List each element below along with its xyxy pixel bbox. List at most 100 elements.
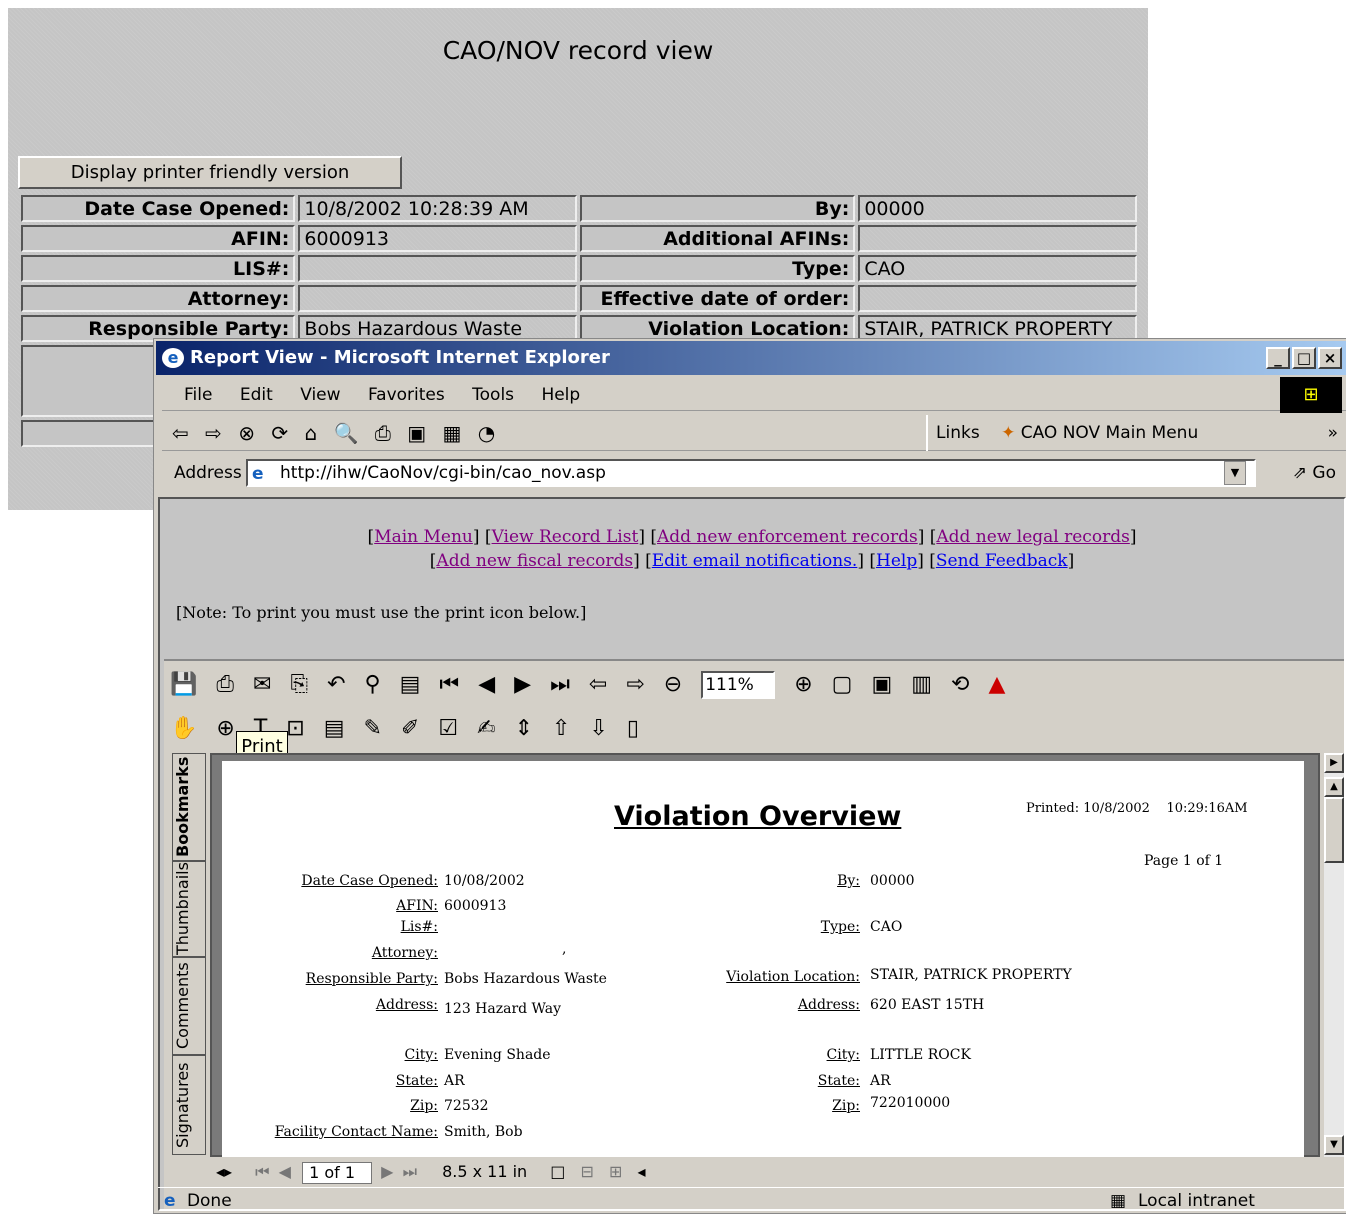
row-label: Effective date of order: — [580, 285, 856, 312]
undo-icon[interactable]: ↶ — [327, 665, 345, 705]
document-icon[interactable]: ▯ — [627, 709, 639, 749]
field-label: Date Case Opened: — [301, 873, 438, 889]
tab-signatures[interactable]: Signatures — [172, 1055, 206, 1155]
copy-icon[interactable]: ⎘ — [290, 665, 308, 705]
menu-help[interactable]: Help — [541, 379, 580, 411]
tab-comments[interactable]: Comments — [172, 957, 206, 1055]
export-icon[interactable]: ⇧ — [552, 709, 570, 749]
pencil-icon[interactable]: ✎ — [364, 709, 382, 749]
history-icon[interactable]: ◔ — [478, 415, 495, 451]
pages-icon[interactable]: ⇕ — [515, 709, 533, 749]
prev-page-icon[interactable]: ◀ — [478, 665, 495, 705]
zoom-in-icon[interactable]: ⊕ — [794, 665, 812, 705]
highlight-icon[interactable]: ✐ — [401, 709, 419, 749]
email-icon[interactable]: ✉ — [253, 665, 271, 705]
go-button[interactable]: ⇗ Go — [1293, 455, 1336, 491]
single-page-icon[interactable]: □ — [550, 1162, 565, 1181]
field-label: Attorney: — [371, 945, 438, 961]
chevron-right-icon[interactable]: » — [1328, 415, 1338, 451]
first-page-icon[interactable]: ⏮ — [439, 665, 459, 705]
field-label: Address: — [797, 997, 860, 1013]
last-page-icon[interactable]: ⏭ — [550, 665, 570, 705]
graphics-select-icon[interactable]: ⊡ — [286, 709, 304, 749]
zoom-input[interactable]: 111% — [701, 671, 776, 699]
zoom-out-icon[interactable]: ⊖ — [664, 665, 682, 705]
print-icon[interactable]: ⎙ — [216, 665, 234, 705]
link-send-feedback[interactable]: Send Feedback — [936, 551, 1068, 571]
scroll-up-icon[interactable]: ▲ — [1324, 777, 1344, 797]
field-label: Facility Contact Name: — [274, 1124, 438, 1140]
nav-links: [Main Menu] [View Record List] [Add new … — [367, 527, 1137, 571]
print-icon[interactable]: ⎙ — [375, 415, 391, 451]
vertical-scrollbar[interactable]: ▶ ▲ ▼ — [1324, 753, 1344, 1157]
menu-bar: File Edit View Favorites Tools Help — [162, 379, 1346, 411]
refresh-icon[interactable]: ⟳ — [271, 415, 288, 451]
zoom-tool-icon[interactable]: ⊕ — [216, 709, 234, 749]
document-area: Violation Overview Printed: 10/8/2002 10… — [210, 753, 1320, 1157]
media-icon[interactable]: ▦ — [442, 415, 461, 451]
field-label: Address: — [375, 997, 438, 1013]
prev-page-small-icon[interactable]: ◀ — [279, 1162, 291, 1181]
first-page-small-icon[interactable]: ⏮ — [255, 1162, 269, 1181]
maximize-button[interactable]: □ — [1292, 347, 1316, 369]
scroll-down-icon[interactable]: ▼ — [1324, 1135, 1344, 1155]
last-page-small-icon[interactable]: ⏭ — [403, 1162, 417, 1181]
sign-icon[interactable]: ✍ — [477, 709, 495, 749]
tab-bookmarks[interactable]: Bookmarks — [172, 753, 206, 861]
tab-thumbnails[interactable]: Thumbnails — [172, 861, 206, 957]
actual-size-icon[interactable]: ▢ — [832, 665, 853, 705]
dropdown-arrow-icon[interactable]: ▼ — [1224, 461, 1246, 485]
link-edit-email[interactable]: Edit email notifications. — [652, 551, 858, 571]
rotate-icon[interactable]: ⟲ — [951, 665, 969, 705]
next-page-icon[interactable]: ▶ — [514, 665, 531, 705]
scroll-split-icon[interactable]: ▶ — [1324, 753, 1344, 773]
stop-icon[interactable]: ⊗ — [238, 415, 255, 451]
scroll-thumb[interactable] — [1324, 797, 1344, 863]
minimize-button[interactable]: _ — [1266, 347, 1290, 369]
printer-friendly-button[interactable]: Display printer friendly version — [18, 156, 402, 189]
page-indicator[interactable]: 1 of 1 — [302, 1161, 373, 1184]
window-titlebar[interactable]: e Report View - Microsoft Internet Explo… — [156, 341, 1346, 375]
close-button[interactable]: × — [1318, 347, 1342, 369]
row-value: 00000 — [858, 195, 1137, 222]
field-value: 72532 — [444, 1098, 489, 1114]
field-value: 722010000 — [870, 1095, 951, 1111]
link-add-fiscal[interactable]: Add new fiscal records — [436, 551, 633, 571]
link-main-menu[interactable]: Main Menu — [374, 527, 473, 547]
search-icon[interactable]: 🔍 — [334, 415, 359, 451]
fit-page-icon[interactable]: ▣ — [871, 665, 892, 705]
links-label: Links — [936, 423, 980, 443]
split-icon[interactable]: ◂▸ — [216, 1162, 232, 1181]
row-label: Date Case Opened: — [21, 195, 296, 222]
import-icon[interactable]: ⇩ — [589, 709, 607, 749]
go-back-icon[interactable]: ⇦ — [589, 665, 607, 705]
home-icon[interactable]: ⌂ — [305, 415, 318, 451]
fit-width-icon[interactable]: ▥ — [911, 665, 932, 705]
scroll-left-icon[interactable]: ◂ — [638, 1162, 646, 1181]
menu-favorites[interactable]: Favorites — [368, 379, 445, 411]
link-view-record-list[interactable]: View Record List — [492, 527, 639, 547]
hand-tool-icon[interactable]: ✋ — [170, 709, 197, 749]
find-icon[interactable]: ⚲ — [365, 665, 381, 705]
note-tool-icon[interactable]: ▤ — [324, 709, 345, 749]
menu-view[interactable]: View — [300, 379, 340, 411]
save-icon[interactable]: 💾 — [170, 665, 197, 705]
link-add-legal[interactable]: Add new legal records — [936, 527, 1129, 547]
menu-file[interactable]: File — [184, 379, 212, 411]
continuous-icon[interactable]: ⊟ — [581, 1162, 594, 1181]
facing-icon[interactable]: ⊞ — [609, 1162, 622, 1181]
next-page-small-icon[interactable]: ▶ — [381, 1162, 393, 1181]
address-input[interactable]: e http://ihw/CaoNov/cgi-bin/cao_nov.asp … — [246, 459, 1256, 487]
menu-edit[interactable]: Edit — [240, 379, 273, 411]
forward-icon[interactable]: ⇨ — [205, 415, 222, 451]
link-help[interactable]: Help — [876, 551, 917, 571]
menu-tools[interactable]: Tools — [472, 379, 514, 411]
back-icon[interactable]: ⇦ — [172, 415, 189, 451]
ie-window: e Report View - Microsoft Internet Explo… — [153, 338, 1346, 1214]
page-layout-icon[interactable]: ▤ — [400, 665, 421, 705]
link-add-enforcement[interactable]: Add new enforcement records — [657, 527, 918, 547]
link-cao-nov-main-menu[interactable]: CAO NOV Main Menu — [1021, 423, 1198, 443]
go-forward-icon[interactable]: ⇨ — [626, 665, 644, 705]
edit-icon[interactable]: ▣ — [407, 415, 426, 451]
spellcheck-icon[interactable]: ☑ — [438, 709, 458, 749]
